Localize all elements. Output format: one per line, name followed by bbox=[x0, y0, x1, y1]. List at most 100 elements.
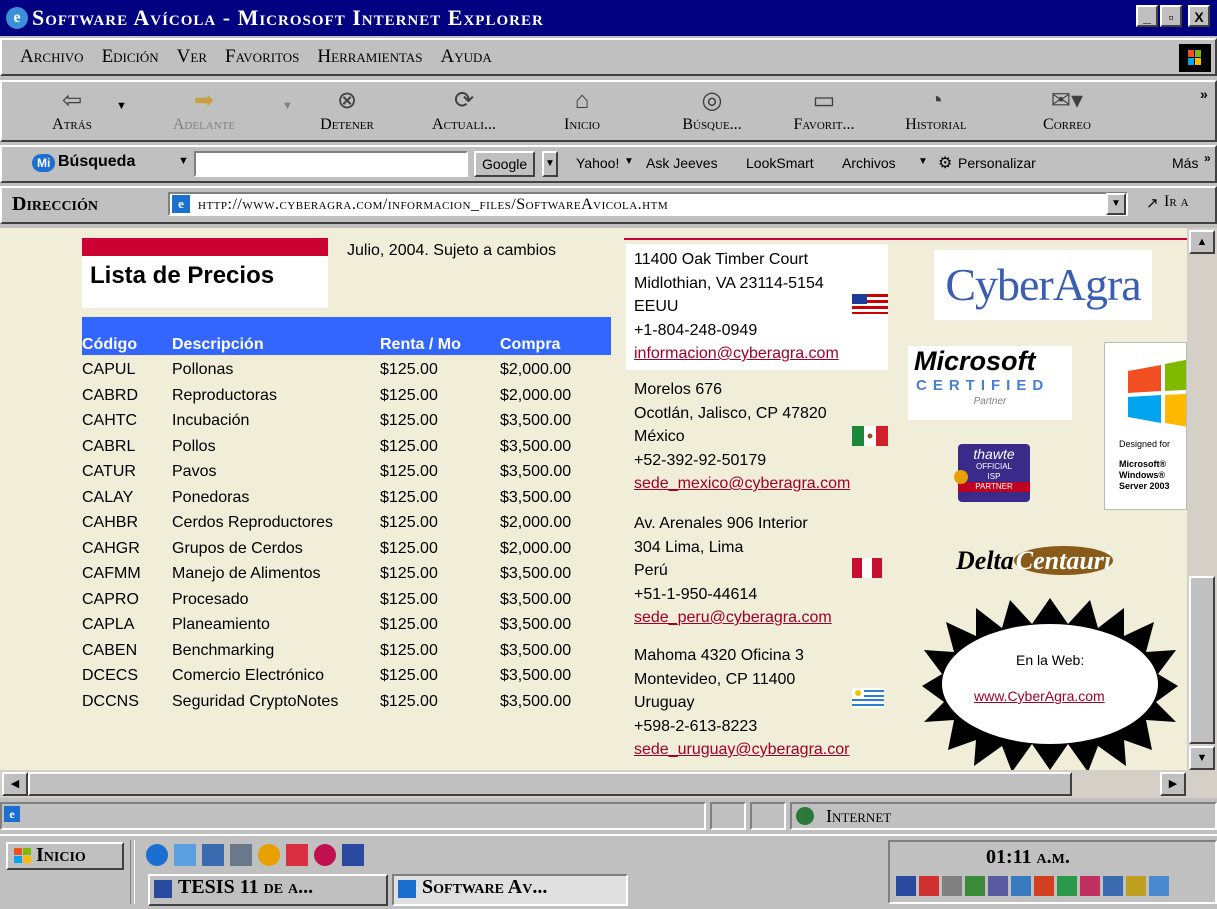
search-more-chevron-icon: » bbox=[1204, 151, 1211, 165]
refresh-button[interactable]: ⟳ Actuali... bbox=[414, 86, 514, 134]
mexico-flag-icon bbox=[852, 426, 888, 446]
tray-app-icon[interactable] bbox=[1057, 876, 1077, 896]
quick-launch bbox=[146, 844, 364, 866]
tray-app-icon[interactable] bbox=[1149, 876, 1169, 896]
microsoft-text: Microsoft bbox=[914, 346, 1036, 376]
start-button[interactable]: Inicio bbox=[6, 842, 124, 870]
forward-dropdown-icon[interactable]: ▼ bbox=[282, 100, 293, 112]
search-button[interactable]: ◎ Búsque... bbox=[662, 86, 762, 134]
internet-globe-icon bbox=[796, 807, 814, 825]
menu-archivo[interactable]: Archivo bbox=[20, 46, 84, 68]
task-button-ie[interactable]: Software Av... bbox=[392, 874, 628, 906]
office-line: 304 Lima, Lima bbox=[634, 538, 744, 556]
search-input[interactable] bbox=[194, 151, 468, 177]
ie-task-icon bbox=[398, 880, 416, 898]
cell-rent: $125.00 bbox=[380, 412, 438, 430]
minimize-button[interactable]: _ bbox=[1136, 5, 1158, 27]
search-link-looksmart[interactable]: LookSmart bbox=[746, 155, 814, 171]
office-line: +51-1-950-44614 bbox=[634, 585, 758, 603]
vertical-scrollbar[interactable]: ▲ ▼ bbox=[1187, 228, 1217, 770]
quick-launch-word-icon[interactable] bbox=[342, 844, 364, 866]
tray-sys-icon[interactable] bbox=[919, 876, 939, 896]
office-email-link[interactable]: sede_uruguay@cyberagra.cor bbox=[634, 738, 849, 762]
office-email-link[interactable]: sede_peru@cyberagra.com bbox=[634, 606, 832, 630]
quick-launch-tool-icon[interactable] bbox=[286, 844, 308, 866]
back-button[interactable]: ⇦ Atrás bbox=[42, 86, 102, 134]
quick-launch-ie-icon[interactable] bbox=[146, 844, 168, 866]
title-bar[interactable]: e Software Avícola - Microsoft Internet … bbox=[0, 0, 1217, 36]
search-dropdown-icon[interactable]: ▼ bbox=[178, 155, 189, 167]
table-row: DCECS Comercio Electrónico $125.00 $3,500.0… bbox=[82, 664, 610, 690]
office-email-link[interactable]: informacion@cyberagra.com bbox=[634, 342, 839, 366]
address-url[interactable]: http://www.cyberagra.com/informacion_fil… bbox=[198, 196, 668, 214]
cell-buy: $2,000.00 bbox=[500, 514, 572, 532]
tray-volume-icon[interactable] bbox=[942, 876, 962, 896]
mail-button[interactable]: ✉▾ Correo bbox=[1022, 86, 1112, 134]
home-button[interactable]: ⌂ Inicio bbox=[552, 86, 612, 134]
tray-clock[interactable]: 01:11 a.m. bbox=[986, 846, 1070, 869]
scroll-right-icon[interactable]: ▶ bbox=[1160, 772, 1186, 796]
windows-server-logo[interactable]: Designed for Microsoft® Windows® Server … bbox=[1104, 342, 1187, 510]
tray-app-icon[interactable] bbox=[1011, 876, 1031, 896]
archivos-dropdown-icon[interactable]: ▼ bbox=[918, 156, 928, 167]
search-label[interactable]: Búsqueda bbox=[58, 153, 135, 171]
quick-launch-outlook-icon[interactable] bbox=[174, 844, 196, 866]
cell-code: CAHTC bbox=[82, 412, 138, 430]
search-link-askjeeves[interactable]: Ask Jeeves bbox=[646, 155, 718, 171]
scroll-up-icon[interactable]: ▲ bbox=[1189, 230, 1215, 254]
delta-centauri-logo[interactable]: DeltaCentauri bbox=[956, 546, 1114, 576]
cell-desc: Grupos de Cerdos bbox=[172, 539, 303, 557]
scroll-thumb[interactable] bbox=[1189, 576, 1215, 744]
toolbar-more-button[interactable]: » bbox=[1200, 86, 1208, 102]
thawte-text: thawte bbox=[973, 446, 1015, 462]
go-button[interactable]: Ir a bbox=[1164, 193, 1189, 211]
maximize-button[interactable]: ▫ bbox=[1160, 5, 1182, 27]
cell-desc: Benchmarking bbox=[172, 641, 275, 659]
tray-app-icon[interactable] bbox=[988, 876, 1008, 896]
scroll-down-icon[interactable]: ▼ bbox=[1189, 746, 1215, 770]
menu-ver[interactable]: Ver bbox=[177, 46, 207, 68]
menu-favoritos[interactable]: Favoritos bbox=[225, 46, 299, 68]
favorites-button[interactable]: ▭ Favorit... bbox=[774, 86, 874, 134]
history-button[interactable]: ◔ Historial bbox=[886, 86, 986, 134]
quick-launch-media-icon[interactable] bbox=[258, 844, 280, 866]
horizontal-scrollbar[interactable]: ◀ ▶ bbox=[0, 770, 1187, 798]
back-dropdown-icon[interactable]: ▼ bbox=[116, 100, 127, 112]
office-line: Perú bbox=[634, 562, 668, 579]
office-email-link[interactable]: sede_mexico@cyberagra.com bbox=[634, 472, 850, 496]
search-more-link[interactable]: Más bbox=[1172, 155, 1198, 171]
tray-app-icon[interactable] bbox=[965, 876, 985, 896]
quick-launch-app-icon[interactable] bbox=[230, 844, 252, 866]
menu-edicion[interactable]: Edición bbox=[102, 46, 159, 68]
tray-app-icon[interactable] bbox=[1126, 876, 1146, 896]
quick-launch-desktop-icon[interactable] bbox=[202, 844, 224, 866]
forward-button[interactable]: ➡ Adelante bbox=[154, 86, 254, 134]
cyberagra-logo[interactable]: CyberAgra bbox=[934, 250, 1152, 320]
microsoft-certified-logo[interactable]: Microsoft CERTIFIED Partner bbox=[908, 346, 1072, 420]
tray-app-icon[interactable] bbox=[1080, 876, 1100, 896]
close-button[interactable]: X bbox=[1188, 5, 1210, 27]
stop-button[interactable]: ⊗ Detener bbox=[302, 86, 392, 134]
scroll-left-icon[interactable]: ◀ bbox=[2, 772, 28, 796]
tray-app-icon[interactable] bbox=[1103, 876, 1123, 896]
search-link-archivos[interactable]: Archivos bbox=[842, 155, 896, 171]
yahoo-dropdown-icon[interactable]: ▼ bbox=[624, 156, 634, 167]
address-dropdown-icon[interactable]: ▼ bbox=[1106, 193, 1126, 215]
cell-rent: $125.00 bbox=[380, 437, 438, 455]
tray-app-icon[interactable] bbox=[1034, 876, 1054, 896]
engine-dropdown-icon[interactable]: ▼ bbox=[542, 151, 558, 177]
search-link-yahoo[interactable]: Yahoo! bbox=[576, 155, 619, 171]
peru-flag-icon bbox=[852, 558, 882, 578]
quick-launch-web-icon[interactable] bbox=[314, 844, 336, 866]
menu-herramientas[interactable]: Herramientas bbox=[317, 46, 422, 68]
hscroll-thumb[interactable] bbox=[28, 772, 1072, 796]
google-search-button[interactable]: Google bbox=[474, 151, 536, 177]
task-button-word[interactable]: TESIS 11 de a... bbox=[148, 874, 388, 906]
cell-code: CALAY bbox=[82, 488, 134, 506]
search-link-personalizar[interactable]: Personalizar bbox=[958, 155, 1036, 171]
tray-network-icon[interactable] bbox=[896, 876, 916, 896]
menu-ayuda[interactable]: Ayuda bbox=[441, 46, 492, 68]
web-badge-link[interactable]: www.CyberAgra.com bbox=[974, 688, 1105, 704]
address-field[interactable]: e http://www.cyberagra.com/informacion_f… bbox=[168, 192, 1128, 216]
thawte-logo[interactable]: thawte OFFICIAL ISP PARTNER bbox=[954, 444, 1030, 502]
